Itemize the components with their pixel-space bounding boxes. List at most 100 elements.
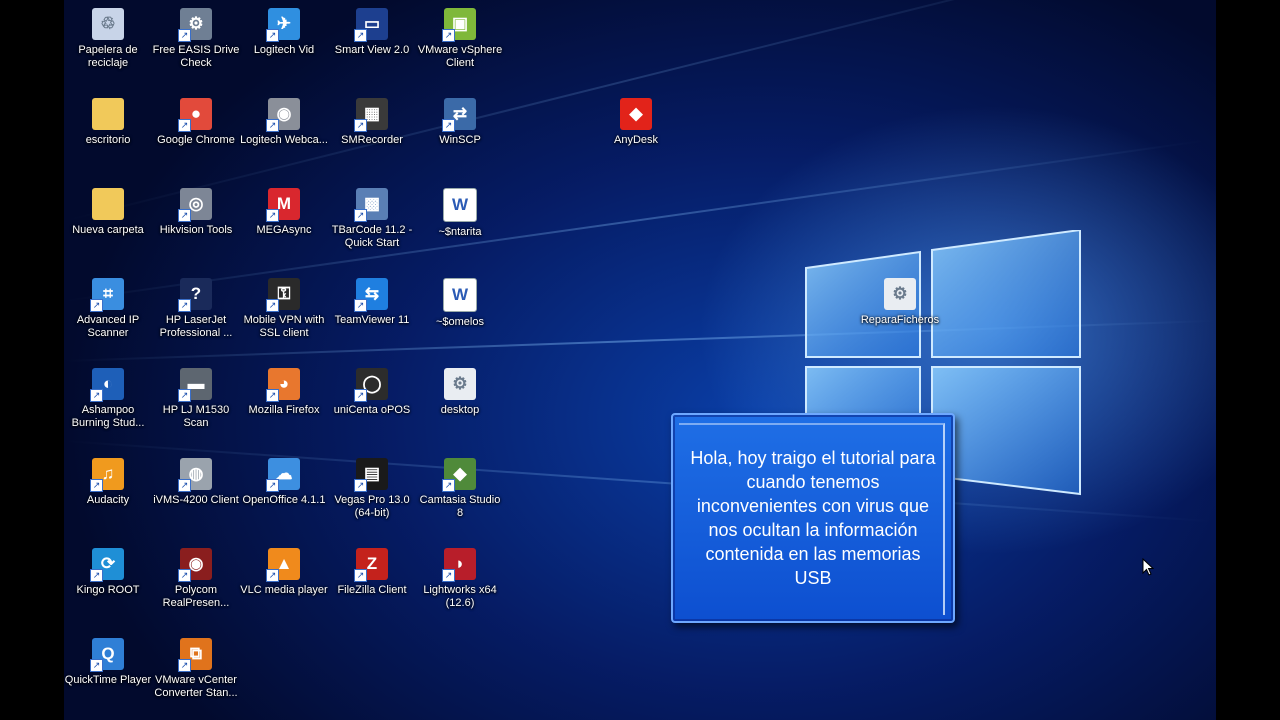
hp-scan-icon: ▬ ↗	[178, 368, 212, 402]
desktop-icon[interactable]: ◕ ↗ Mozilla Firefox	[240, 362, 328, 417]
shortcut-arrow-icon: ↗	[354, 209, 367, 222]
desktop-icon[interactable]: ⧉ ↗ VMware vCenter Converter Stan...	[152, 632, 240, 700]
desktop-icon[interactable]: Q ↗ QuickTime Player	[64, 632, 152, 687]
desktop-icon-label: Free EASIS Drive Check	[152, 44, 240, 69]
desktop-icon[interactable]: ⟳ ↗ Kingo ROOT	[64, 542, 152, 597]
ip-scanner-icon: ⌗ ↗	[90, 278, 124, 312]
barcode-icon: ▩ ↗	[354, 188, 388, 222]
drive-check-icon: ⚙ ↗	[178, 8, 212, 42]
kingo-root-icon: ⟳ ↗	[90, 548, 124, 582]
desktop-icon-label: Audacity	[86, 494, 130, 506]
anydesk-icon: ◆	[620, 98, 652, 130]
desktop-icon[interactable]: ▤ ↗ Vegas Pro 13.0 (64-bit)	[328, 452, 416, 520]
mega-icon: M ↗	[266, 188, 300, 222]
winscp-icon: ⇄ ↗	[442, 98, 476, 132]
hikvision-icon: ◎ ↗	[178, 188, 212, 222]
shortcut-arrow-icon: ↗	[442, 119, 455, 132]
desktop-icon-label: Smart View 2.0	[334, 44, 410, 56]
desktop-icon[interactable]: ▲ ↗ VLC media player	[240, 542, 328, 597]
shortcut-arrow-icon: ↗	[90, 389, 103, 402]
shortcut-arrow-icon: ↗	[90, 479, 103, 492]
desktop[interactable]: ♲ Papelera de reciclaje ⚙ ↗ Free EASIS Drive…	[64, 0, 1216, 720]
desktop-icon-label: Nueva carpeta	[72, 224, 144, 236]
shortcut-arrow-icon: ↗	[266, 479, 279, 492]
word-doc-icon: W	[443, 188, 477, 222]
desktop-icon[interactable]: ◆ ↗ Camtasia Studio 8	[416, 452, 504, 520]
firefox-icon: ◕ ↗	[266, 368, 300, 402]
desktop-icon-label: HP LJ M1530 Scan	[162, 404, 230, 429]
desktop-icon-label: QuickTime Player	[64, 674, 152, 686]
desktop-icon[interactable]: ♲ Papelera de reciclaje	[64, 2, 152, 70]
desktop-icon-label: VMware vSphere Client	[417, 44, 503, 69]
logo-pane	[931, 230, 1081, 358]
openoffice-icon: ☁ ↗	[266, 458, 300, 492]
desktop-icon[interactable]: W ~$ntarita	[416, 182, 504, 239]
desktop-icon[interactable]: M ↗ MEGAsync	[240, 182, 328, 237]
desktop-icon[interactable]: W ~$omelos	[416, 272, 504, 329]
desktop-icon[interactable]: ◆ AnyDesk	[592, 92, 680, 147]
desktop-icon-label: ~$ntarita	[438, 226, 482, 238]
shortcut-arrow-icon: ↗	[354, 299, 367, 312]
desktop-icon[interactable]: ▦ ↗ SMRecorder	[328, 92, 416, 147]
desktop-icon[interactable]: ◯ ↗ uniCenta oPOS	[328, 362, 416, 417]
desktop-icon[interactable]: ⇆ ↗ TeamViewer 11	[328, 272, 416, 327]
desktop-icon-label: SMRecorder	[341, 134, 403, 146]
desktop-icon[interactable]: ◉ ↗ Logitech Webca...	[240, 92, 328, 147]
tutorial-callout: Hola, hoy traigo el tutorial para cuando…	[671, 413, 955, 623]
folder-icon	[92, 98, 124, 130]
desktop-icon[interactable]: ⚙ ↗ Free EASIS Drive Check	[152, 2, 240, 70]
desktop-icon-label: Vegas Pro 13.0 (64-bit)	[334, 494, 410, 519]
shortcut-arrow-icon: ↗	[90, 299, 103, 312]
desktop-icon[interactable]: escritorio	[64, 92, 152, 147]
vsphere-icon: ▣ ↗	[442, 8, 476, 42]
desktop-icon[interactable]: ▭ ↗ Smart View 2.0	[328, 2, 416, 57]
ivms-icon: ◍ ↗	[178, 458, 212, 492]
shortcut-arrow-icon: ↗	[178, 29, 191, 42]
desktop-icon-label: MEGAsync	[256, 224, 312, 236]
desktop-icon[interactable]: ⚙ ReparaFicheros	[856, 272, 944, 327]
desktop-icon[interactable]: ⚙ desktop	[416, 362, 504, 417]
desktop-icon-label: TeamViewer 11	[334, 314, 410, 326]
desktop-icon[interactable]: ◐ ↗ Ashampoo Burning Stud...	[64, 362, 152, 430]
desktop-icon[interactable]: ⚿ ↗ Mobile VPN with SSL client	[240, 272, 328, 340]
shortcut-arrow-icon: ↗	[354, 119, 367, 132]
desktop-icon[interactable]: ◉ ↗ Polycom RealPresen...	[152, 542, 240, 610]
audacity-icon: ♫ ↗	[90, 458, 124, 492]
desktop-icon[interactable]: ● ↗ Google Chrome	[152, 92, 240, 147]
desktop-icon[interactable]: ▣ ↗ VMware vSphere Client	[416, 2, 504, 70]
desktop-icon[interactable]: ▩ ↗ TBarCode 11.2 - Quick Start	[328, 182, 416, 250]
smart-view-icon: ▭ ↗	[354, 8, 388, 42]
desktop-icon[interactable]: ▬ ↗ HP LJ M1530 Scan	[152, 362, 240, 430]
desktop-icon[interactable]: ☁ ↗ OpenOffice 4.1.1	[240, 452, 328, 507]
shortcut-arrow-icon: ↗	[442, 569, 455, 582]
desktop-icon[interactable]: ♫ ↗ Audacity	[64, 452, 152, 507]
desktop-icon[interactable]: ✈ ↗ Logitech Vid	[240, 2, 328, 57]
shortcut-arrow-icon: ↗	[442, 29, 455, 42]
desktop-icon-label: Hikvision Tools	[159, 224, 233, 236]
shortcut-arrow-icon: ↗	[354, 569, 367, 582]
desktop-icon[interactable]: ⇄ ↗ WinSCP	[416, 92, 504, 147]
shortcut-arrow-icon: ↗	[178, 299, 191, 312]
desktop-icon[interactable]: ⌗ ↗ Advanced IP Scanner	[64, 272, 152, 340]
desktop-icon[interactable]: ◍ ↗ iVMS-4200 Client	[152, 452, 240, 507]
desktop-icon-label: WinSCP	[439, 134, 481, 146]
desktop-icon-label: Ashampoo Burning Stud...	[71, 404, 145, 429]
shortcut-arrow-icon: ↗	[354, 479, 367, 492]
desktop-icon-label: Logitech Vid	[253, 44, 315, 56]
desktop-icon-label: ReparaFicheros	[860, 314, 940, 326]
desktop-icon-label: iVMS-4200 Client	[153, 494, 239, 506]
shortcut-arrow-icon: ↗	[354, 29, 367, 42]
desktop-icon[interactable]: ◎ ↗ Hikvision Tools	[152, 182, 240, 237]
desktop-icon-label: Google Chrome	[157, 134, 235, 146]
shortcut-arrow-icon: ↗	[266, 389, 279, 402]
desktop-icon[interactable]: Z ↗ FileZilla Client	[328, 542, 416, 597]
desktop-icon-label: Logitech Webca...	[240, 134, 328, 146]
desktop-icon[interactable]: ? ↗ HP LaserJet Professional ...	[152, 272, 240, 340]
settings-file-icon: ⚙	[444, 368, 476, 400]
desktop-icon-label: Mobile VPN with SSL client	[243, 314, 325, 339]
desktop-icon[interactable]: Nueva carpeta	[64, 182, 152, 237]
camtasia-icon: ◆ ↗	[442, 458, 476, 492]
desktop-icon[interactable]: ◗ ↗ Lightworks x64 (12.6)	[416, 542, 504, 610]
desktop-icon-label: Camtasia Studio 8	[419, 494, 501, 519]
shortcut-arrow-icon: ↗	[178, 209, 191, 222]
